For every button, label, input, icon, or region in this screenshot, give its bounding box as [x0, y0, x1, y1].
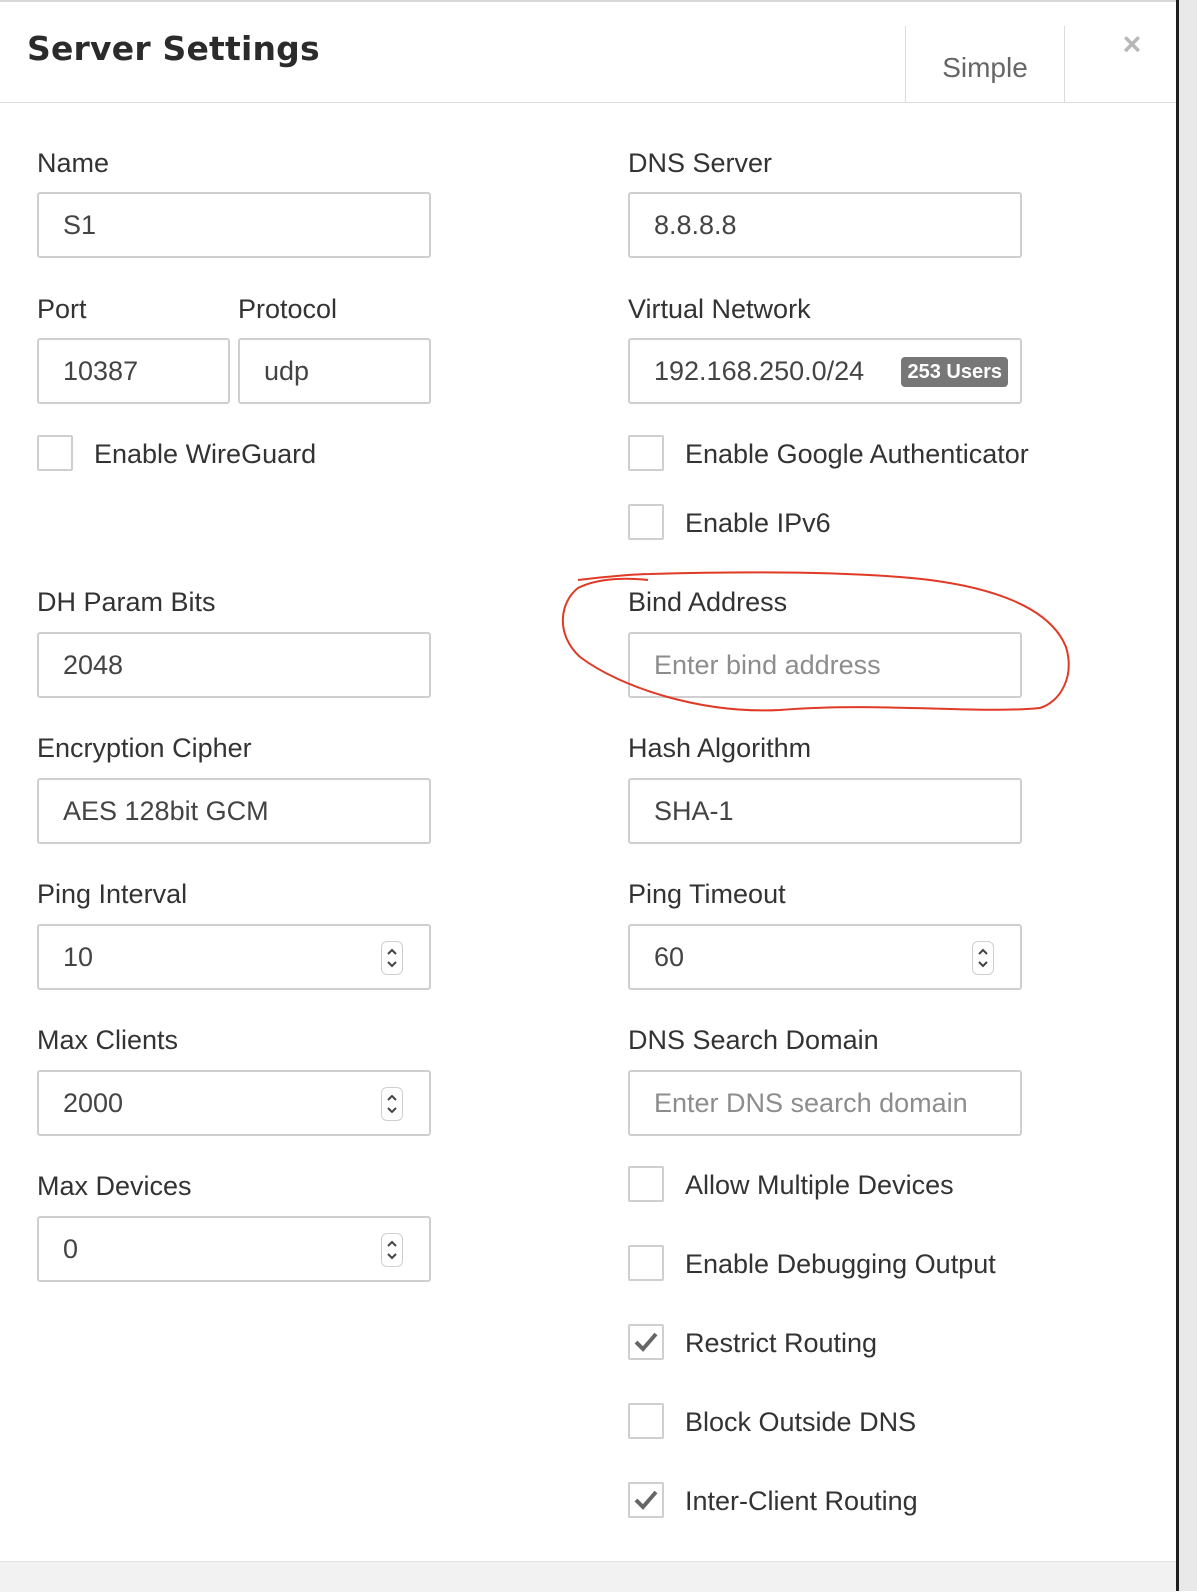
- protocol-select[interactable]: udp: [238, 338, 431, 404]
- port-input[interactable]: 10387: [37, 338, 230, 404]
- max-devices-label: Max Devices: [37, 1171, 192, 1201]
- virtual-network-input[interactable]: 192.168.250.0/24 253 Users: [628, 338, 1022, 404]
- inter-client-routing-checkbox[interactable]: [628, 1482, 664, 1518]
- virtual-network-value: 192.168.250.0/24: [654, 356, 865, 386]
- window-edge: [1176, 0, 1197, 1591]
- ping-timeout-stepper[interactable]: [972, 941, 994, 975]
- max-devices-value: 0: [63, 1234, 79, 1264]
- checkmark-icon: [634, 1490, 658, 1510]
- block-outside-dns-checkbox[interactable]: [628, 1403, 664, 1439]
- server-settings-modal: Server Settings Simple × Name S1 Port 10…: [0, 0, 1176, 1593]
- multiple-devices-label: Allow Multiple Devices: [685, 1170, 954, 1200]
- ping-interval-value: 10: [63, 942, 94, 972]
- debugging-output-checkbox[interactable]: [628, 1245, 664, 1281]
- ping-interval-stepper[interactable]: [381, 941, 403, 975]
- name-label: Name: [37, 148, 110, 178]
- ping-timeout-label: Ping Timeout: [628, 879, 786, 909]
- debugging-output-label: Enable Debugging Output: [685, 1249, 996, 1279]
- max-devices-input[interactable]: 0: [37, 1216, 431, 1282]
- page-title: Server Settings: [27, 29, 320, 68]
- hash-algorithm-select[interactable]: SHA-1: [628, 778, 1022, 844]
- dns-server-input[interactable]: 8.8.8.8: [628, 192, 1022, 258]
- ping-timeout-input[interactable]: 60: [628, 924, 1022, 990]
- encryption-cipher-select[interactable]: AES 128bit GCM: [37, 778, 431, 844]
- dns-search-domain-input[interactable]: Enter DNS search domain: [628, 1070, 1022, 1136]
- block-outside-dns-label: Block Outside DNS: [685, 1407, 917, 1437]
- simple-mode-button[interactable]: Simple: [905, 26, 1065, 102]
- wireguard-label: Enable WireGuard: [94, 439, 317, 469]
- port-label: Port: [37, 294, 87, 324]
- dh-param-bits-label: DH Param Bits: [37, 587, 216, 617]
- bind-address-input[interactable]: Enter bind address: [628, 632, 1022, 698]
- google-authenticator-label: Enable Google Authenticator: [685, 439, 1029, 469]
- ipv6-checkbox[interactable]: [628, 504, 664, 540]
- dns-server-label: DNS Server: [628, 148, 773, 178]
- google-authenticator-checkbox[interactable]: [628, 435, 664, 471]
- bind-address-label: Bind Address: [628, 587, 788, 617]
- checkmark-icon: [634, 1332, 658, 1352]
- restrict-routing-checkbox[interactable]: [628, 1324, 664, 1360]
- users-count-badge: 253 Users: [901, 357, 1008, 387]
- name-input[interactable]: S1: [37, 192, 431, 258]
- max-clients-value: 2000: [63, 1088, 124, 1118]
- restrict-routing-label: Restrict Routing: [685, 1328, 878, 1358]
- wireguard-checkbox[interactable]: [37, 435, 73, 471]
- modal-header: Server Settings Simple ×: [0, 4, 1176, 103]
- ping-interval-input[interactable]: 10: [37, 924, 431, 990]
- dh-param-bits-select[interactable]: 2048: [37, 632, 431, 698]
- hash-algorithm-label: Hash Algorithm: [628, 733, 812, 763]
- ping-timeout-value: 60: [654, 942, 685, 972]
- protocol-label: Protocol: [238, 294, 338, 324]
- max-clients-label: Max Clients: [37, 1025, 179, 1055]
- close-icon[interactable]: ×: [1112, 22, 1152, 66]
- modal-footer-edge: [0, 1561, 1176, 1592]
- max-clients-stepper[interactable]: [381, 1087, 403, 1121]
- dns-search-domain-label: DNS Search Domain: [628, 1025, 879, 1055]
- max-devices-stepper[interactable]: [381, 1233, 403, 1267]
- virtual-network-label: Virtual Network: [628, 294, 811, 324]
- ipv6-label: Enable IPv6: [685, 508, 831, 538]
- inter-client-routing-label: Inter-Client Routing: [685, 1486, 918, 1516]
- max-clients-input[interactable]: 2000: [37, 1070, 431, 1136]
- ping-interval-label: Ping Interval: [37, 879, 188, 909]
- encryption-cipher-label: Encryption Cipher: [37, 733, 252, 763]
- multiple-devices-checkbox[interactable]: [628, 1166, 664, 1202]
